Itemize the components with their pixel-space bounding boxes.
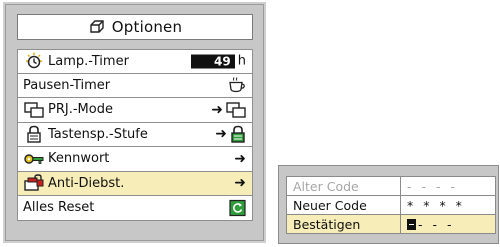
- confirm-code-value: - - -: [418, 216, 455, 232]
- menu-item-pause-timer[interactable]: Pausen-Timer: [17, 73, 253, 98]
- padlock-icon: [24, 125, 44, 143]
- input-cursor-icon: [407, 218, 416, 230]
- menu-item-lamp-timer[interactable]: Lamp.-Timer 49 h: [17, 49, 253, 74]
- menu-item-prj-mode[interactable]: PRJ.-Mode ➜: [17, 98, 253, 123]
- menu-item-anti-theft[interactable]: Anti-Diebst. ➜: [17, 171, 253, 196]
- menu-item-label: Kennwort: [48, 151, 110, 167]
- anti-theft-icon: [24, 174, 44, 192]
- reset-icon: [229, 199, 246, 216]
- menu-item-password[interactable]: Kennwort ➜: [17, 147, 253, 172]
- options-list: Lamp.-Timer 49 h Pausen-Timer PRJ.-Mode …: [17, 49, 253, 221]
- key-icon: [24, 150, 44, 168]
- submenu-arrow-icon: ➜: [211, 101, 223, 118]
- submenu-arrow-icon: ➜: [234, 150, 246, 167]
- options-title: Optionen: [111, 18, 183, 36]
- old-code-label: Alter Code: [286, 176, 401, 196]
- projector-mode-icon: [226, 102, 246, 118]
- code-table: Alter Code - - - - Neuer Code * * * * Be…: [286, 176, 496, 234]
- confirm-code-field[interactable]: - - -: [400, 214, 496, 234]
- coffee-cup-icon: [228, 77, 246, 94]
- menu-item-label: Pausen-Timer: [23, 77, 111, 93]
- options-panel: Optionen Lamp.-Timer 49 h Pausen-Timer P…: [3, 2, 266, 243]
- menu-item-label: Anti-Diebst.: [48, 175, 125, 191]
- submenu-arrow-icon: ➜: [234, 175, 246, 192]
- menu-item-key-lock-level[interactable]: Tastensp.-Stufe ➜: [17, 122, 253, 147]
- options-icon: [88, 19, 106, 35]
- code-dialog: Alter Code - - - - Neuer Code * * * * Be…: [278, 165, 499, 244]
- menu-item-label: Alles Reset: [23, 200, 95, 216]
- new-code-label: Neuer Code: [286, 195, 401, 215]
- old-code-field[interactable]: - - - -: [400, 176, 496, 196]
- padlock-green-icon: [230, 125, 246, 143]
- lamp-timer-unit: h: [237, 53, 246, 69]
- menu-item-reset-all[interactable]: Alles Reset: [17, 196, 253, 221]
- confirm-code-label: Bestätigen: [286, 214, 401, 234]
- lamp-timer-icon: [24, 52, 44, 70]
- old-code-row: Alter Code - - - -: [286, 176, 496, 196]
- lamp-timer-value: 49: [190, 54, 235, 69]
- options-title-bar: Optionen: [17, 14, 253, 40]
- submenu-arrow-icon: ➜: [215, 126, 227, 143]
- confirm-code-row: Bestätigen - - -: [286, 214, 496, 234]
- new-code-row: Neuer Code * * * *: [286, 195, 496, 215]
- projector-mode-icon: [24, 101, 44, 119]
- new-code-field[interactable]: * * * *: [400, 195, 496, 215]
